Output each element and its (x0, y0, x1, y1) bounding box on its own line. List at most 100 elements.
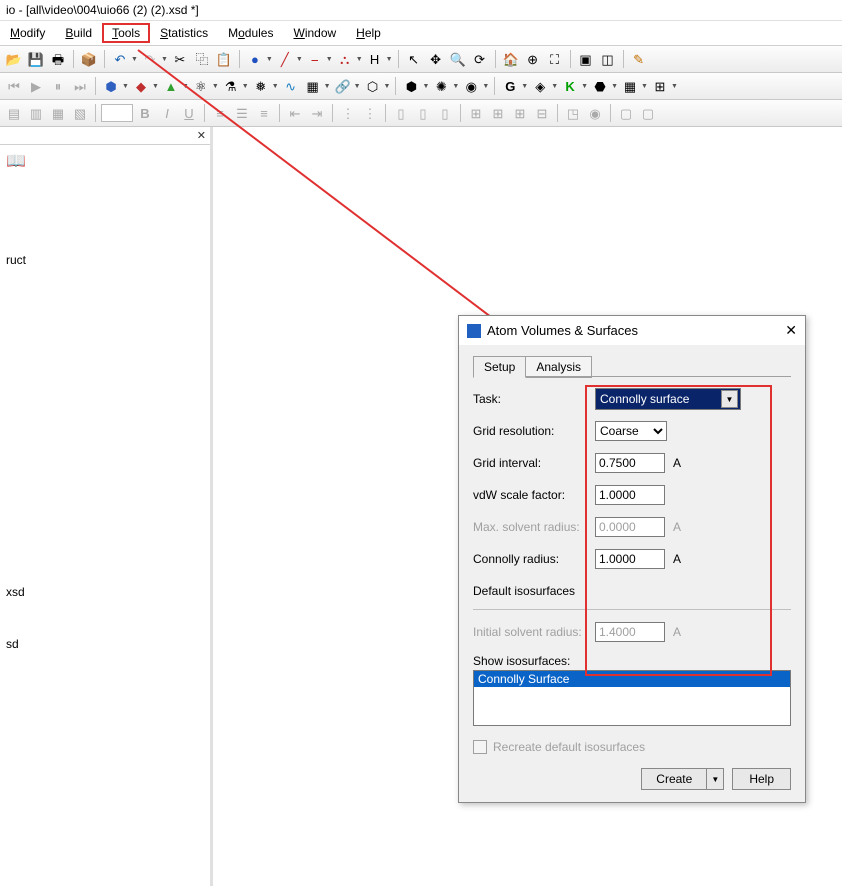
menu-tools[interactable]: Tools (102, 23, 150, 43)
book-icon[interactable]: 📖 (6, 153, 26, 170)
align-right-icon[interactable]: ≡ (254, 103, 274, 123)
center-icon[interactable]: ⊕ (523, 49, 543, 69)
hbond-icon[interactable]: H (365, 49, 385, 69)
mod-d-icon[interactable]: ◈ (530, 76, 550, 96)
panel3-icon[interactable]: ▯ (435, 103, 455, 123)
grid-resolution-select[interactable]: Coarse (595, 421, 667, 441)
bold-icon[interactable]: B (135, 103, 155, 123)
molecules-icon[interactable]: ⚛ (191, 76, 211, 96)
tab-setup[interactable]: Setup (473, 356, 526, 378)
bond2-icon[interactable]: ⎯ (305, 49, 325, 69)
sphere-icon[interactable]: ◉ (585, 103, 605, 123)
home-icon[interactable]: 🏠 (501, 49, 521, 69)
tree-item[interactable]: sd (6, 633, 204, 655)
pencil-icon[interactable]: ✎ (629, 49, 649, 69)
copy-icon[interactable]: ⿻ (192, 49, 212, 69)
align-left-icon[interactable]: ≡ (210, 103, 230, 123)
play-next-icon[interactable]: ⏭ (70, 76, 90, 96)
play-icon[interactable]: ▶ (26, 76, 46, 96)
connolly-radius-input[interactable] (595, 549, 665, 569)
menu-window[interactable]: Window (283, 23, 346, 43)
underline-icon[interactable]: U (179, 103, 199, 123)
task-select[interactable]: Connolly surface ▼ (595, 388, 741, 410)
chevron-down-icon[interactable]: ▼ (706, 768, 724, 790)
tree-item[interactable]: ruct (6, 249, 204, 271)
panel-close-icon[interactable]: ✕ (197, 129, 206, 142)
atom-icon[interactable]: ● (245, 49, 265, 69)
node-icon[interactable]: ⛬ (335, 49, 355, 69)
indent-dec-icon[interactable]: ⇤ (285, 103, 305, 123)
rotate-icon[interactable]: ⟳ (470, 49, 490, 69)
mod-c-icon[interactable]: ◉ (461, 76, 481, 96)
grid-icon[interactable]: ▦ (303, 76, 323, 96)
mod-k-icon[interactable]: K (560, 76, 580, 96)
grid2-icon[interactable]: ⊞ (488, 103, 508, 123)
pause-icon[interactable]: ⏸ (48, 76, 68, 96)
style2-icon[interactable]: ◆ (131, 76, 151, 96)
table1-icon[interactable]: ▤ (4, 103, 24, 123)
mod-h-icon[interactable]: ⊞ (650, 76, 670, 96)
mod-b-icon[interactable]: ✺ (431, 76, 451, 96)
font-preview[interactable] (101, 104, 133, 122)
style3-icon[interactable]: ▲ (161, 76, 181, 96)
cursor-icon[interactable]: ↖ (404, 49, 424, 69)
extra2-icon[interactable]: ▢ (638, 103, 658, 123)
undo-icon[interactable]: ↶ (110, 49, 130, 69)
tab-analysis[interactable]: Analysis (525, 356, 592, 378)
print-icon[interactable]: 🖶 (48, 49, 68, 69)
unit-angstrom: A (673, 625, 681, 639)
vdw-scale-input[interactable] (595, 485, 665, 505)
grid-interval-input[interactable] (595, 453, 665, 473)
italic-icon[interactable]: I (157, 103, 177, 123)
zoom-icon[interactable]: 🔍 (448, 49, 468, 69)
table3-icon[interactable]: ▦ (48, 103, 68, 123)
list2-icon[interactable]: ⋮ (360, 103, 380, 123)
menu-build[interactable]: Build (55, 23, 102, 43)
cut-icon[interactable]: ✂ (170, 49, 190, 69)
help-button[interactable]: Help (732, 768, 791, 790)
move-icon[interactable]: ✥ (426, 49, 446, 69)
menu-help[interactable]: Help (346, 23, 391, 43)
mod-a-icon[interactable]: ⬢ (401, 76, 421, 96)
cube-icon[interactable]: ◳ (563, 103, 583, 123)
panel1-icon[interactable]: ▯ (391, 103, 411, 123)
isosurface-listbox[interactable]: Connolly Surface (473, 670, 791, 726)
select-box-icon[interactable]: ▣ (576, 49, 596, 69)
paste-icon[interactable]: 📋 (214, 49, 234, 69)
mod-f-icon[interactable]: ▦ (620, 76, 640, 96)
menu-modify[interactable]: Modify (0, 23, 55, 43)
link-icon[interactable]: 🔗 (333, 76, 353, 96)
box-icon[interactable]: 📦 (79, 49, 99, 69)
bond-icon[interactable]: ╱ (275, 49, 295, 69)
align-center-icon[interactable]: ☰ (232, 103, 252, 123)
play-prev-icon[interactable]: ⏮ (4, 76, 24, 96)
list-item[interactable]: Connolly Surface (474, 671, 790, 687)
fit-icon[interactable]: ⛶ (545, 49, 565, 69)
grid4-icon[interactable]: ⊟ (532, 103, 552, 123)
tree-item[interactable]: xsd (6, 581, 204, 603)
mod-e-icon[interactable]: ⬣ (590, 76, 610, 96)
table4-icon[interactable]: ▧ (70, 103, 90, 123)
panel2-icon[interactable]: ▯ (413, 103, 433, 123)
redo-icon[interactable]: ↷ (140, 49, 160, 69)
menu-modules[interactable]: Modules (218, 23, 283, 43)
flask-icon[interactable]: ⚗ (221, 76, 241, 96)
close-icon[interactable]: ✕ (785, 322, 797, 339)
select-all-icon[interactable]: ◫ (598, 49, 618, 69)
extra1-icon[interactable]: ▢ (616, 103, 636, 123)
create-button[interactable]: Create ▼ (641, 768, 724, 790)
indent-inc-icon[interactable]: ⇥ (307, 103, 327, 123)
open-icon[interactable]: 📂 (4, 49, 24, 69)
cluster-icon[interactable]: ❅ (251, 76, 271, 96)
ring-icon[interactable]: ⬡ (363, 76, 383, 96)
grid3-icon[interactable]: ⊞ (510, 103, 530, 123)
grid1-icon[interactable]: ⊞ (466, 103, 486, 123)
style1-icon[interactable]: ⬢ (101, 76, 121, 96)
menu-statistics[interactable]: Statistics (150, 23, 218, 43)
wave-icon[interactable]: ∿ (281, 76, 301, 96)
save-icon[interactable]: 💾 (26, 49, 46, 69)
mod-g-icon[interactable]: G (500, 76, 520, 96)
table2-icon[interactable]: ▥ (26, 103, 46, 123)
list1-icon[interactable]: ⋮ (338, 103, 358, 123)
chevron-down-icon[interactable]: ▼ (721, 390, 738, 408)
